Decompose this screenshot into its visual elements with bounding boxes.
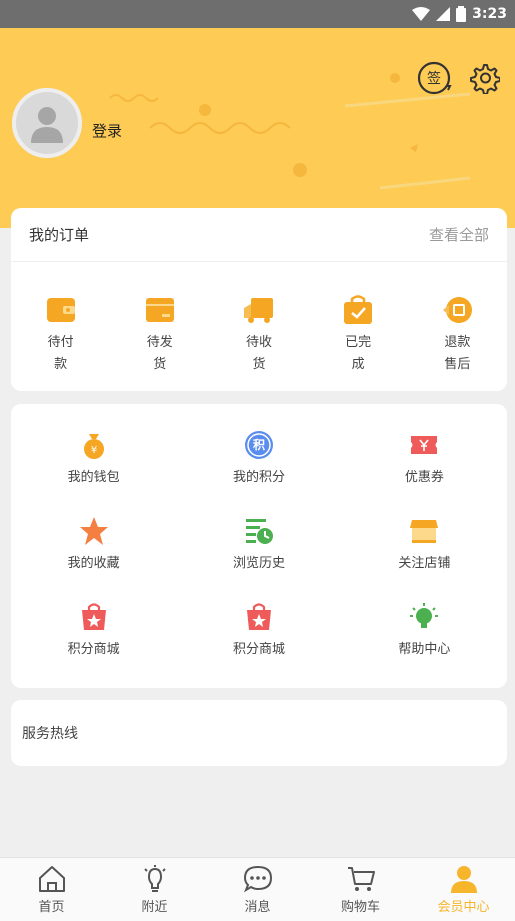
- order-item-label: 退款售后: [444, 335, 471, 372]
- refund-icon: [443, 297, 473, 323]
- store-icon: [410, 520, 439, 543]
- wallet-icon: [46, 298, 75, 322]
- bottom-tab-bar: 首页 附近 消息 购物车 会员中心: [0, 857, 515, 921]
- money-bag-icon: ¥: [83, 434, 104, 459]
- feature-label: 我的钱包: [67, 470, 120, 485]
- status-time: 3:23: [472, 6, 507, 22]
- feature-my-points[interactable]: 积 我的积分: [176, 430, 341, 485]
- feature-points-mall-2[interactable]: 积分商城: [176, 602, 341, 657]
- signal-icon: [436, 7, 451, 21]
- star-icon: [79, 517, 108, 545]
- home-icon: [38, 866, 65, 892]
- coupon-icon: [411, 436, 438, 454]
- order-refund[interactable]: 退款售后: [422, 294, 492, 376]
- feature-browse-history[interactable]: 浏览历史: [176, 516, 341, 571]
- tab-cart[interactable]: 购物车: [321, 864, 401, 915]
- feature-coupons[interactable]: 优惠券: [342, 430, 507, 485]
- battery-icon: [456, 6, 467, 22]
- lightbulb-icon: [410, 603, 439, 628]
- tab-home[interactable]: 首页: [12, 864, 92, 915]
- default-avatar-icon: [31, 107, 63, 143]
- features-card: ¥ 我的钱包 积 我的积分 优惠券 我的收藏 浏览历史 关注店铺 积分商城 积分…: [11, 404, 507, 688]
- feature-followed-stores[interactable]: 关注店铺: [342, 516, 507, 571]
- completed-bag-icon: [344, 295, 373, 324]
- feature-my-wallet[interactable]: ¥ 我的钱包: [11, 430, 176, 485]
- shopping-bag-icon: [81, 603, 106, 630]
- avatar[interactable]: [12, 88, 82, 158]
- wifi-icon: [412, 7, 431, 21]
- bulb-icon: [143, 865, 166, 892]
- tab-label: 会员中心: [437, 900, 490, 915]
- feature-label: 我的收藏: [67, 556, 120, 571]
- sign-in-button[interactable]: 签: [416, 60, 452, 96]
- tab-label: 消息: [244, 900, 271, 915]
- feature-label: 积分商城: [67, 642, 120, 657]
- tab-label: 附近: [141, 900, 168, 915]
- profile-header: 签 登录: [0, 28, 515, 228]
- feature-label: 积分商城: [232, 642, 285, 657]
- status-bar: 3:23: [0, 0, 515, 28]
- view-all-orders-link[interactable]: 查看全部: [429, 224, 489, 245]
- feature-label: 帮助中心: [398, 642, 451, 657]
- history-icon: [245, 519, 273, 544]
- feature-points-mall-1[interactable]: 积分商城: [11, 602, 176, 657]
- truck-icon: [243, 298, 273, 323]
- order-item-label: 待发货: [146, 335, 173, 372]
- orders-title: 我的订单: [29, 226, 90, 244]
- tab-label: 购物车: [340, 900, 380, 915]
- order-pending-shipment[interactable]: 待发货: [125, 294, 195, 376]
- settings-button[interactable]: [466, 60, 502, 96]
- tab-messages[interactable]: 消息: [218, 864, 298, 915]
- sign-icon-text: 签: [427, 71, 441, 87]
- feature-label: 浏览历史: [232, 556, 285, 571]
- package-icon: [145, 298, 174, 322]
- order-completed[interactable]: 已完成: [323, 294, 393, 376]
- message-icon: [243, 865, 272, 893]
- feature-help-center[interactable]: 帮助中心: [342, 602, 507, 657]
- service-hotline[interactable]: 服务热线: [11, 700, 507, 766]
- feature-label: 优惠券: [404, 470, 444, 485]
- tab-nearby[interactable]: 附近: [115, 864, 195, 915]
- order-pending-payment[interactable]: 待付款: [26, 294, 96, 376]
- tab-label: 首页: [38, 900, 65, 915]
- feature-label: 关注店铺: [398, 556, 451, 571]
- order-item-label: 已完成: [345, 335, 372, 372]
- orders-header: 我的订单 查看全部: [11, 208, 507, 262]
- tab-member-center[interactable]: 会员中心: [424, 864, 504, 915]
- feature-label: 我的积分: [232, 470, 285, 485]
- orders-card: 我的订单 查看全部 待付款 待发货 待收货 已完成 退款售后: [11, 208, 507, 391]
- feature-favorites[interactable]: 我的收藏: [11, 516, 176, 571]
- points-icon-text: 积: [252, 438, 265, 452]
- order-item-label: 待收货: [245, 335, 272, 372]
- service-hotline-label: 服务热线: [22, 726, 78, 742]
- order-pending-receipt[interactable]: 待收货: [224, 294, 294, 376]
- gear-icon: [470, 64, 500, 94]
- order-item-label: 待付款: [47, 335, 74, 372]
- shopping-bag-icon: [246, 603, 271, 630]
- user-icon: [450, 866, 477, 893]
- cart-icon: [347, 867, 375, 891]
- svg-text:¥: ¥: [90, 445, 96, 456]
- login-link[interactable]: 登录: [92, 120, 122, 141]
